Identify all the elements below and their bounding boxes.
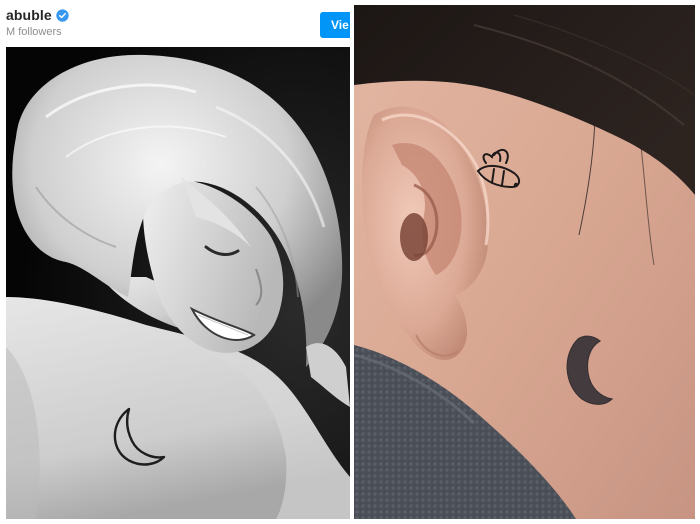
username-row: abuble bbox=[6, 7, 69, 23]
post-header: abuble M followers Vie bbox=[6, 5, 350, 45]
side-by-side-collage: abuble M followers Vie bbox=[0, 0, 700, 524]
black-and-white-portrait-photo bbox=[6, 47, 350, 519]
username[interactable]: abuble bbox=[6, 7, 52, 23]
verified-badge-icon bbox=[56, 8, 69, 22]
portrait-illustration bbox=[6, 47, 350, 519]
instagram-post-panel: abuble M followers Vie bbox=[6, 5, 350, 519]
ear-tattoo-illustration bbox=[354, 5, 695, 519]
view-profile-button[interactable]: Vie bbox=[320, 12, 350, 38]
ear-tattoo-photo bbox=[354, 5, 695, 519]
follower-count: M followers bbox=[6, 26, 62, 38]
